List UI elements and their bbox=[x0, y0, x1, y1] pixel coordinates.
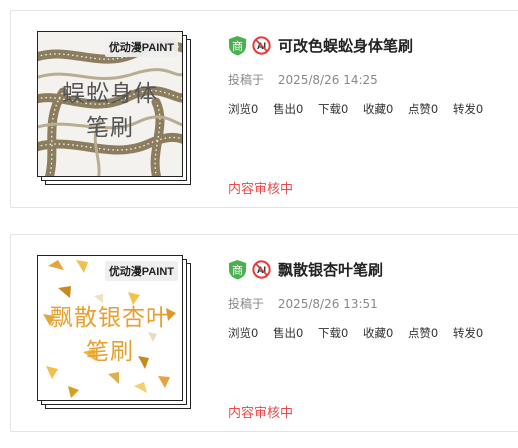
stat-downloads: 下载0 bbox=[317, 102, 349, 116]
thumbnail-image: 优动漫PAINT 蜈蚣身体 笔刷 bbox=[37, 31, 183, 177]
shop-shield-icon: 商 bbox=[228, 259, 247, 280]
review-status: 内容审核中 bbox=[228, 182, 294, 197]
shop-shield-icon: 商 bbox=[228, 35, 247, 56]
stat-likes: 点赞0 bbox=[407, 102, 439, 116]
stats-row: 浏览0 售出0 下载0 收藏0 点赞0 转发0 bbox=[228, 325, 518, 341]
work-thumbnail[interactable]: 优动漫PAINT 飘散银杏叶 笔刷 bbox=[37, 255, 191, 411]
ai-no-icon: AI bbox=[252, 259, 271, 280]
svg-text:商: 商 bbox=[232, 263, 243, 277]
work-title[interactable]: 飘散银杏叶笔刷 bbox=[278, 259, 383, 280]
app-badge: 优动漫PAINT bbox=[104, 37, 178, 57]
stat-views: 浏览0 bbox=[228, 326, 259, 340]
stat-likes: 点赞0 bbox=[407, 326, 439, 340]
stat-downloads: 下载0 bbox=[317, 326, 349, 340]
work-info: 商 AI 可改色蜈蚣身体笔刷 投稿于 2025/8/26 14:25 浏览0 售… bbox=[228, 33, 518, 117]
publish-time: 2025/8/26 13:51 bbox=[277, 297, 378, 311]
publish-info: 投稿于 2025/8/26 14:25 bbox=[228, 71, 518, 87]
stat-views: 浏览0 bbox=[228, 102, 259, 116]
stat-shares: 转发0 bbox=[452, 326, 484, 340]
stat-sold: 售出0 bbox=[272, 326, 304, 340]
stat-favorites: 收藏0 bbox=[362, 326, 394, 340]
publish-label: 投稿于 bbox=[228, 297, 265, 311]
publish-info: 投稿于 2025/8/26 13:51 bbox=[228, 295, 518, 311]
work-thumbnail[interactable]: 优动漫PAINT 蜈蚣身体 笔刷 bbox=[37, 31, 191, 187]
svg-text:商: 商 bbox=[232, 39, 243, 53]
work-title[interactable]: 可改色蜈蚣身体笔刷 bbox=[278, 35, 413, 56]
review-status: 内容审核中 bbox=[228, 406, 294, 421]
thumbnail-image: 优动漫PAINT 飘散银杏叶 笔刷 bbox=[37, 255, 183, 401]
stat-favorites: 收藏0 bbox=[362, 102, 394, 116]
publish-time: 2025/8/26 14:25 bbox=[277, 73, 378, 87]
work-card[interactable]: 优动漫PAINT 蜈蚣身体 笔刷 商 AI 可改色蜈蚣身体笔刷 bbox=[10, 10, 518, 208]
stats-row: 浏览0 售出0 下载0 收藏0 点赞0 转发0 bbox=[228, 101, 518, 117]
app-badge: 优动漫PAINT bbox=[104, 261, 178, 281]
stat-shares: 转发0 bbox=[452, 102, 484, 116]
publish-label: 投稿于 bbox=[228, 73, 265, 87]
ai-no-icon: AI bbox=[252, 35, 271, 56]
work-info: 商 AI 飘散银杏叶笔刷 投稿于 2025/8/26 13:51 浏览0 售出0… bbox=[228, 257, 518, 341]
work-card[interactable]: 优动漫PAINT 飘散银杏叶 笔刷 商 AI 飘散银杏叶笔刷 投 bbox=[10, 234, 518, 432]
stat-sold: 售出0 bbox=[272, 102, 304, 116]
